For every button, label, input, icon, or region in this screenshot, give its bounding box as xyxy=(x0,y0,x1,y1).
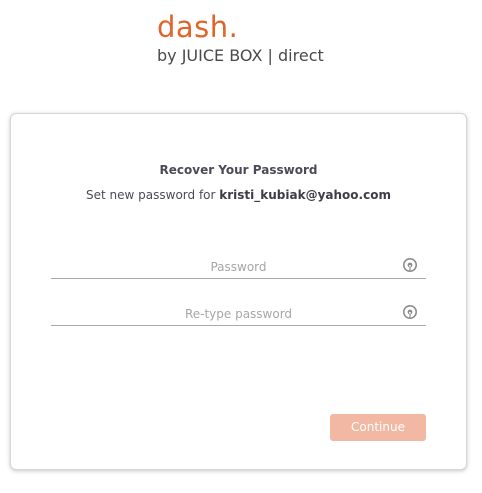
subtitle: Set new password for kristi_kubiak@yahoo… xyxy=(11,188,466,202)
eye-icon[interactable] xyxy=(402,304,418,320)
brand-header: dash. by JUICE BOX | direct xyxy=(0,10,482,70)
recover-password-card: Recover Your Password Set new password f… xyxy=(10,113,467,470)
retype-password-field xyxy=(51,303,426,326)
dash-logo: dash. xyxy=(157,10,239,44)
subtitle-prefix: Set new password for xyxy=(86,188,216,202)
account-email: kristi_kubiak@yahoo.com xyxy=(219,188,391,202)
retype-password-input[interactable] xyxy=(51,304,426,324)
page-title: Recover Your Password xyxy=(159,163,318,177)
password-input[interactable] xyxy=(51,257,426,277)
brand-tagline: by JUICE BOX | direct xyxy=(157,46,324,65)
password-field xyxy=(51,256,426,279)
continue-button[interactable]: Continue xyxy=(330,414,426,441)
eye-icon[interactable] xyxy=(402,257,418,273)
